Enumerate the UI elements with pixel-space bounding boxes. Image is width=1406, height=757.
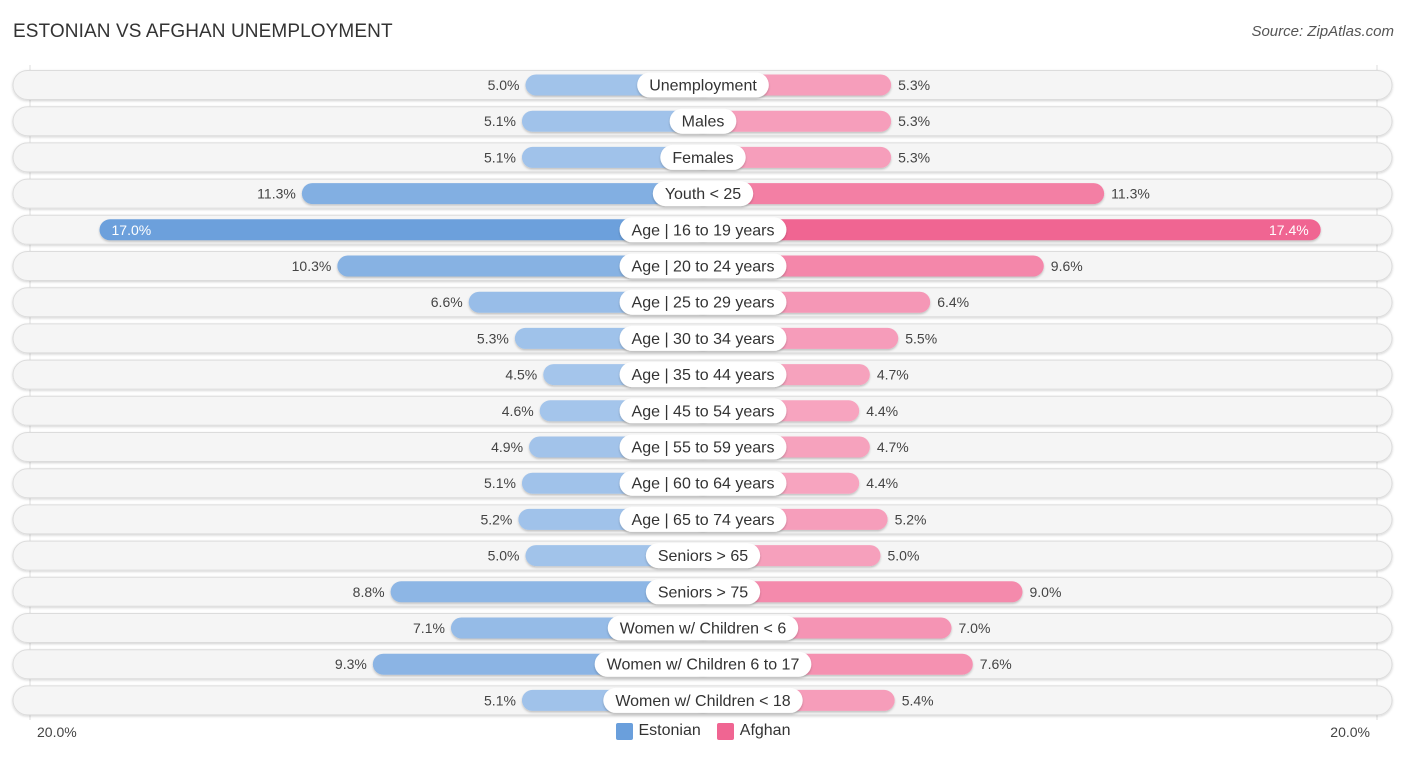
chart-row: 5.3% 5.5% Age | 30 to 34 years bbox=[12, 323, 1393, 354]
chart-row: 9.3% 7.6% Women w/ Children 6 to 17 bbox=[12, 649, 1393, 680]
value-label-estonian: 5.1% bbox=[484, 149, 516, 165]
legend-item-afghan[interactable]: Afghan bbox=[716, 722, 791, 740]
value-label-estonian: 10.3% bbox=[292, 258, 332, 274]
chart-row: 17.0% 17.4% Age | 16 to 19 years bbox=[12, 214, 1393, 245]
value-label-estonian: 6.6% bbox=[431, 294, 463, 310]
value-label-estonian: 4.6% bbox=[502, 403, 534, 419]
category-label: Age | 60 to 64 years bbox=[632, 476, 775, 493]
value-label-afghan: 4.4% bbox=[866, 475, 898, 491]
category-label: Age | 55 to 59 years bbox=[632, 440, 775, 457]
chart-row: 11.3% 11.3% Youth < 25 bbox=[12, 178, 1393, 209]
category-label: Age | 20 to 24 years bbox=[632, 259, 775, 276]
category-label: Males bbox=[682, 114, 725, 131]
chart-row: 8.8% 9.0% Seniors > 75 bbox=[12, 576, 1393, 607]
category-label: Women w/ Children < 6 bbox=[620, 621, 787, 638]
value-label-estonian: 5.3% bbox=[477, 330, 509, 346]
value-label-afghan: 5.0% bbox=[888, 548, 920, 564]
category-label: Seniors > 65 bbox=[658, 548, 748, 565]
value-label-afghan: 11.3% bbox=[1111, 186, 1150, 202]
value-label-estonian: 4.9% bbox=[491, 439, 523, 455]
category-label: Age | 30 to 34 years bbox=[632, 331, 775, 348]
value-label-estonian: 11.3% bbox=[257, 186, 296, 202]
legend-label-afghan: Afghan bbox=[739, 722, 791, 739]
value-label-afghan: 5.2% bbox=[895, 511, 927, 527]
category-label: Females bbox=[672, 150, 733, 167]
category-label: Age | 35 to 44 years bbox=[632, 367, 775, 384]
value-label-afghan: 17.4% bbox=[1269, 222, 1309, 238]
chart-row: 5.1% 5.4% Women w/ Children < 18 bbox=[12, 685, 1393, 716]
category-label: Women w/ Children < 18 bbox=[615, 693, 790, 710]
legend-swatch-estonian bbox=[615, 722, 633, 740]
legend-label-estonian: Estonian bbox=[638, 722, 701, 739]
value-label-afghan: 5.3% bbox=[898, 149, 930, 165]
value-label-afghan: 5.3% bbox=[898, 113, 930, 129]
value-label-afghan: 7.6% bbox=[980, 656, 1012, 672]
category-label: Age | 16 to 19 years bbox=[632, 222, 775, 239]
value-label-afghan: 5.4% bbox=[902, 692, 934, 708]
value-label-estonian: 5.0% bbox=[488, 77, 520, 93]
legend: Estonian Afghan bbox=[0, 722, 1406, 740]
category-label: Seniors > 75 bbox=[658, 584, 748, 601]
category-label: Unemployment bbox=[649, 78, 757, 95]
value-label-estonian: 5.2% bbox=[480, 511, 512, 527]
chart-row: 4.9% 4.7% Age | 55 to 59 years bbox=[12, 432, 1393, 462]
value-label-afghan: 4.7% bbox=[877, 367, 909, 383]
chart-row: 5.1% 5.3% Males bbox=[12, 106, 1393, 137]
value-label-estonian: 5.0% bbox=[488, 548, 520, 564]
value-label-estonian: 5.1% bbox=[484, 475, 516, 491]
bar-afghan[interactable] bbox=[692, 183, 1105, 205]
bar-afghan[interactable] bbox=[692, 219, 1321, 241]
value-label-afghan: 5.5% bbox=[905, 330, 937, 346]
bar-estonian[interactable] bbox=[301, 183, 714, 205]
chart-row: 7.1% 7.0% Women w/ Children < 6 bbox=[12, 613, 1393, 643]
chart-row: 4.5% 4.7% Age | 35 to 44 years bbox=[12, 359, 1393, 390]
value-label-afghan: 4.7% bbox=[877, 439, 909, 455]
category-label: Age | 45 to 54 years bbox=[632, 403, 775, 420]
value-label-afghan: 7.0% bbox=[959, 620, 991, 636]
value-label-estonian: 5.1% bbox=[484, 692, 516, 708]
category-label: Youth < 25 bbox=[665, 186, 741, 203]
chart-row: 5.1% 4.4% Age | 60 to 64 years bbox=[12, 468, 1393, 499]
value-label-afghan: 9.6% bbox=[1051, 258, 1083, 274]
value-label-estonian: 7.1% bbox=[413, 620, 445, 636]
value-label-afghan: 9.0% bbox=[1030, 584, 1062, 600]
category-label: Age | 25 to 29 years bbox=[632, 295, 775, 312]
chart-row: 4.6% 4.4% Age | 45 to 54 years bbox=[12, 395, 1393, 426]
chart-row: 5.0% 5.0% Seniors > 65 bbox=[12, 540, 1393, 571]
chart-canvas: 5.0% 5.3% Unemployment 5.1% 5.3% Males 5.1% 5.3… bbox=[12, 65, 1393, 720]
value-label-afghan: 4.4% bbox=[866, 403, 898, 419]
category-label: Age | 65 to 74 years bbox=[632, 512, 775, 529]
value-label-estonian: 17.0% bbox=[112, 222, 152, 238]
value-label-afghan: 5.3% bbox=[898, 77, 930, 93]
chart-row: 5.2% 5.2% Age | 65 to 74 years bbox=[12, 504, 1393, 535]
value-label-estonian: 9.3% bbox=[335, 656, 367, 672]
value-label-afghan: 6.4% bbox=[937, 294, 969, 310]
value-label-estonian: 5.1% bbox=[484, 113, 516, 129]
chart-row: 5.0% 5.3% Unemployment bbox=[12, 70, 1393, 100]
category-label: Women w/ Children 6 to 17 bbox=[607, 657, 800, 674]
value-label-estonian: 8.8% bbox=[353, 584, 385, 600]
chart-row: 6.6% 6.4% Age | 25 to 29 years bbox=[12, 287, 1393, 318]
legend-item-estonian[interactable]: Estonian bbox=[615, 722, 701, 740]
chart-row: 10.3% 9.6% Age | 20 to 24 years bbox=[12, 251, 1393, 281]
chart-row: 5.1% 5.3% Females bbox=[12, 142, 1393, 173]
value-label-estonian: 4.5% bbox=[505, 367, 537, 383]
legend-swatch-afghan bbox=[716, 722, 734, 740]
